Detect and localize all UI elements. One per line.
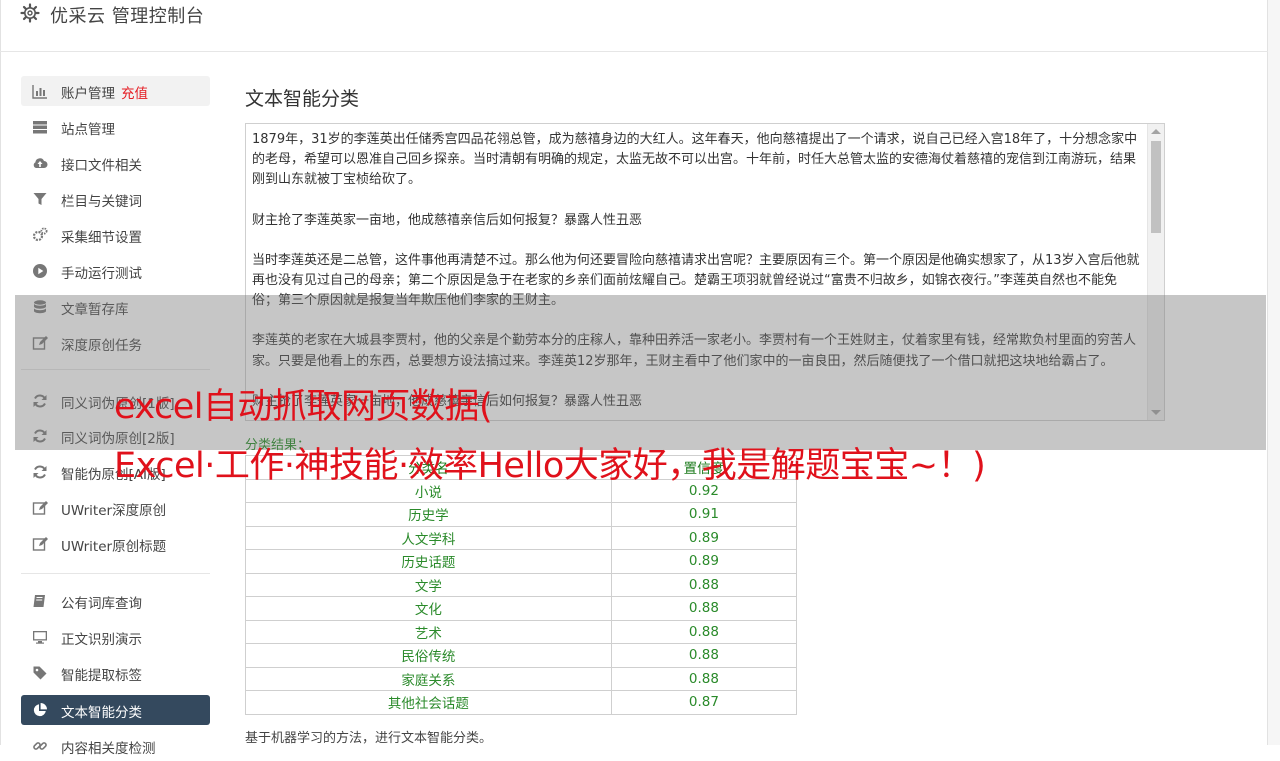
category-cell: 艺术 xyxy=(245,619,612,644)
link-icon xyxy=(33,742,47,750)
app-title: 优采云 管理控制台 xyxy=(50,6,205,27)
scroll-up-icon[interactable] xyxy=(1151,129,1161,134)
table-row: 民俗传统 0.88 xyxy=(245,643,798,668)
confidence-cell: 0.91 xyxy=(610,502,798,527)
sidebar-item-label: 采集细节设置 xyxy=(61,230,142,246)
overlay-title-line2: Excel·工作·神技能·效率Hello大家好，我是解题宝宝~！) xyxy=(114,446,986,486)
table-row: 文化 0.88 xyxy=(245,596,798,621)
book-icon xyxy=(33,595,45,607)
table-row: 其他社会话题 0.87 xyxy=(245,690,798,715)
sidebar-item-keywords[interactable]: 栏目与关键词 xyxy=(21,184,210,214)
sidebar-item-manual-run[interactable]: 手动运行测试 xyxy=(21,256,210,286)
overlay-title-line1: excel自动抓取网页数据( xyxy=(114,387,493,427)
table-row: 历史学 0.91 xyxy=(245,502,798,527)
sidebar-item-text-classify[interactable]: 文本智能分类 xyxy=(21,695,210,725)
table-row: 人文学科 0.89 xyxy=(245,525,798,550)
sidebar-item-account[interactable]: 账户管理 充值 xyxy=(21,76,210,106)
confidence-cell: 0.88 xyxy=(610,572,798,597)
table-row: 历史话题 0.89 xyxy=(245,549,798,574)
sidebar-item-label: 栏目与关键词 xyxy=(61,194,142,210)
gears-icon xyxy=(32,227,48,242)
sidebar-item-relevance[interactable]: 内容相关度检测 xyxy=(21,731,210,761)
confidence-cell: 0.88 xyxy=(610,643,798,668)
sidebar-divider xyxy=(21,573,210,574)
category-cell: 文化 xyxy=(245,596,612,621)
sidebar-item-public-lexicon[interactable]: 公有词库查询 xyxy=(21,586,210,616)
sidebar-item-label: 内容相关度检测 xyxy=(61,741,156,757)
method-note: 基于机器学习的方法，进行文本智能分类。 xyxy=(245,731,493,746)
cloud-upload-icon xyxy=(33,158,48,168)
top-bar: 优采云 管理控制台 xyxy=(0,0,1268,52)
edit-icon xyxy=(32,501,48,515)
recharge-link[interactable]: 充值 xyxy=(121,86,148,102)
confidence-cell: 0.88 xyxy=(610,619,798,644)
scrollbar-thumb[interactable] xyxy=(1151,141,1161,233)
sidebar-item-label: 接口文件相关 xyxy=(61,158,142,174)
category-cell: 其他社会话题 xyxy=(245,690,612,715)
category-cell: 民俗传统 xyxy=(245,643,612,668)
category-cell: 历史学 xyxy=(245,502,612,527)
article-paragraph: 财主抢了李莲英家一亩地，他成慈禧亲信后如何报复？暴露人性丑恶 xyxy=(252,212,643,228)
filter-icon xyxy=(33,193,47,205)
category-cell: 文学 xyxy=(245,572,612,597)
sidebar-item-label: 账户管理 xyxy=(61,86,115,102)
category-cell: 人文学科 xyxy=(245,525,612,550)
sidebar-item-label: 智能提取标签 xyxy=(61,668,142,684)
play-circle-icon xyxy=(33,264,47,278)
tag-icon xyxy=(33,666,47,680)
sidebar-item-label: UWriter原创标题 xyxy=(61,539,167,555)
sidebar-item-label: 手动运行测试 xyxy=(61,266,142,282)
sidebar-item-label: 公有词库查询 xyxy=(61,596,142,612)
confidence-cell: 0.88 xyxy=(610,666,798,691)
page-title: 文本智能分类 xyxy=(245,88,360,110)
refresh-icon xyxy=(33,465,47,479)
server-icon xyxy=(33,121,47,134)
monitor-icon xyxy=(33,631,47,644)
sidebar-item-body-recognition[interactable]: 正文识别演示 xyxy=(21,622,210,652)
classification-table: 分类名 置信度 小说 0.92 历史学 0.91 人文学科 0.89 历史话题 0.89… xyxy=(245,455,798,715)
sidebar-item-extract-tags[interactable]: 智能提取标签 xyxy=(21,658,210,688)
confidence-cell: 0.88 xyxy=(610,596,798,621)
gear-icon xyxy=(20,3,40,23)
sidebar-item-uwriter-deep[interactable]: UWriter深度原创 xyxy=(21,493,210,523)
confidence-cell: 0.87 xyxy=(610,690,798,715)
sidebar-item-interface-files[interactable]: 接口文件相关 xyxy=(21,148,210,178)
article-paragraph: 1879年，31岁的李莲英出任储秀宫四品花翎总管，成为慈禧身边的大红人。这年春天… xyxy=(252,132,1138,188)
table-row: 文学 0.88 xyxy=(245,572,798,597)
sidebar-item-sites[interactable]: 站点管理 xyxy=(21,112,210,142)
sidebar-item-label: 站点管理 xyxy=(61,122,115,138)
sidebar-item-label: 正文识别演示 xyxy=(61,632,142,648)
sidebar-item-uwriter-title[interactable]: UWriter原创标题 xyxy=(21,529,210,559)
page-scrollbar[interactable] xyxy=(1268,0,1280,745)
category-cell: 历史话题 xyxy=(245,549,612,574)
confidence-cell: 0.89 xyxy=(610,525,798,550)
table-row: 艺术 0.88 xyxy=(245,619,798,644)
sidebar-item-label: 文本智能分类 xyxy=(61,705,142,721)
bar-chart-icon xyxy=(32,85,47,99)
sidebar-item-label: UWriter深度原创 xyxy=(61,503,167,519)
table-row: 家庭关系 0.88 xyxy=(245,666,798,691)
sidebar-item-collect-settings[interactable]: 采集细节设置 xyxy=(21,220,210,250)
edit-icon xyxy=(32,537,48,551)
category-cell: 家庭关系 xyxy=(245,666,612,691)
pie-chart-icon xyxy=(33,703,47,717)
confidence-cell: 0.89 xyxy=(610,549,798,574)
